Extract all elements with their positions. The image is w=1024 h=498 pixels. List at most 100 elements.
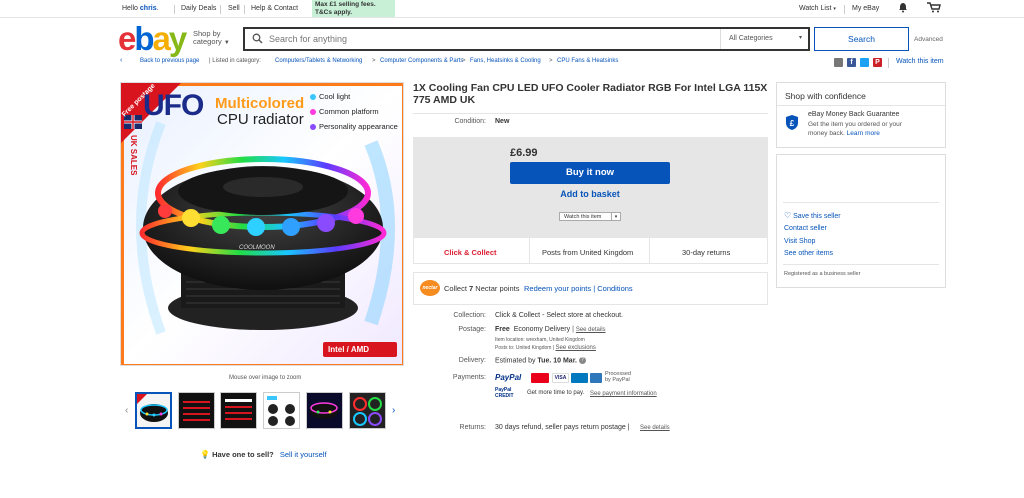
postage-free: Free (495, 326, 510, 333)
guarantee-title: eBay Money Back Guarantee (808, 111, 900, 118)
buy-it-now-button[interactable]: Buy it now (510, 162, 670, 184)
delivery-text: Estimated by (495, 357, 538, 365)
my-ebay-menu[interactable]: My eBay (852, 5, 879, 12)
shop-by-line-2: category (193, 37, 222, 46)
thumbnail-1[interactable] (135, 392, 172, 429)
category-select-value: All Categories (729, 35, 773, 42)
shop-by-category-button[interactable]: Shop by category ▼ (193, 30, 230, 47)
help-icon[interactable]: ? (578, 357, 586, 364)
chevron-down-icon: ▾ (798, 35, 802, 41)
payments-label: Payments: (452, 374, 486, 381)
watch-list-menu[interactable]: Watch List ▾ (799, 5, 836, 12)
brand-label: COOLMOON (239, 245, 275, 251)
feature-bullet: Personality appearance (319, 122, 398, 131)
main-product-image[interactable]: Free postage UK SALES UFO Multicolored C… (120, 82, 404, 366)
daily-deals-link[interactable]: Daily Deals (181, 5, 216, 12)
postage-label: Postage: (458, 326, 486, 333)
thumbnail-2[interactable] (178, 392, 215, 429)
divider (413, 113, 768, 114)
delivery-value: Estimated by Tue. 10 Mar. ? (495, 357, 586, 364)
contact-seller-link[interactable]: Contact seller (784, 225, 827, 232)
pinterest-share-icon[interactable]: P (873, 58, 882, 67)
posts-to-value: Posts to: United Kingdom (495, 345, 552, 351)
help-contact-link[interactable]: Help & Contact (251, 5, 298, 12)
redeem-points-link[interactable]: Redeem your points | Conditions (524, 284, 633, 293)
breadcrumb-separator: > (549, 58, 553, 64)
paypal-credit-line-2: CREDIT (495, 392, 514, 399)
delivery-features: Click & Collect Posts from United Kingdo… (413, 237, 768, 264)
breadcrumb-item[interactable]: Computer Components & Parts (380, 58, 463, 64)
advanced-search-link[interactable]: Advanced (914, 36, 943, 43)
visit-shop-link[interactable]: Visit Shop (784, 238, 815, 245)
posts-from-feature: Posts from United Kingdom (542, 248, 634, 257)
search-input[interactable]: Search for anything (269, 34, 347, 44)
logo-letter: a (152, 20, 171, 57)
returns-see-details-link[interactable]: See details (640, 425, 670, 431)
ebay-logo[interactable]: ebay (118, 22, 187, 55)
bell-icon[interactable] (898, 2, 908, 15)
click-collect-feature: Click & Collect (444, 248, 497, 257)
breadcrumb-item[interactable]: CPU Fans & Heatsinks (557, 58, 618, 64)
breadcrumb-item[interactable]: Computers/Tablets & Networking (275, 58, 362, 64)
chevron-right-icon[interactable]: › (392, 405, 395, 416)
divider (844, 5, 845, 14)
thumbnail-3[interactable] (220, 392, 257, 429)
back-to-previous-link[interactable]: Back to previous page (140, 58, 199, 64)
breadcrumb-item[interactable]: Fans, Heatsinks & Cooling (470, 58, 541, 64)
watch-button[interactable]: Watch this item ▾ (559, 212, 621, 221)
thumbnail-4[interactable] (263, 392, 300, 429)
seller-info-box: ♡ Save this seller Contact seller Visit … (776, 154, 946, 288)
save-seller-link[interactable]: ♡ Save this seller (784, 211, 841, 220)
divider (783, 202, 939, 203)
chevron-left-icon[interactable]: ‹ (120, 57, 122, 64)
sell-it-yourself-link[interactable]: Sell it yourself (280, 450, 327, 459)
divider (174, 5, 175, 14)
platform-tag: Intel / AMD (328, 345, 370, 354)
chevron-left-icon[interactable]: ‹ (125, 405, 128, 416)
thumbnail-6[interactable] (349, 392, 386, 429)
nectar-logo: nectar (420, 280, 440, 296)
category-select[interactable]: All Categories ▾ (720, 29, 808, 49)
condition-label: Condition: (454, 118, 486, 125)
logo-letter: b (134, 20, 154, 57)
search-bar[interactable]: Search for anything All Categories ▾ (243, 27, 810, 51)
mastercard-icon (531, 373, 549, 383)
add-to-basket-button[interactable]: Add to basket (510, 189, 670, 199)
promo-banner[interactable]: Max £1 selling fees. T&Cs apply. (312, 0, 395, 17)
confidence-heading: Shop with confidence (785, 91, 866, 101)
cart-icon[interactable] (927, 2, 941, 15)
divider (244, 5, 245, 14)
lightbulb-icon: 💡 (200, 450, 210, 459)
divider (777, 105, 945, 106)
see-exclusions-link[interactable]: See exclusions (556, 345, 596, 351)
svg-text:£: £ (790, 119, 795, 128)
product-title: 1X Cooling Fan CPU LED UFO Cooler Radiat… (413, 82, 768, 106)
visa-icon: VISA (552, 373, 569, 383)
delivery-label: Delivery: (458, 357, 486, 364)
see-payment-info-link[interactable]: See payment information (590, 391, 657, 397)
logo-letter: e (118, 20, 136, 57)
processed-by-line-2: by PayPal (605, 377, 630, 383)
amex-icon (590, 373, 602, 383)
see-other-items-link[interactable]: See other items (784, 250, 833, 257)
thumbnail-5[interactable] (306, 392, 343, 429)
heart-icon: ♡ (784, 211, 792, 220)
returns-label: Returns: (459, 424, 486, 431)
business-seller-note: Registered as a business seller (784, 271, 861, 277)
search-button[interactable]: Search (814, 27, 909, 51)
multicolored-headline: Multicolored (215, 95, 305, 112)
shield-icon: £ (785, 114, 799, 133)
chevron-down-icon: ▾ (833, 6, 836, 12)
facebook-share-icon[interactable]: f (847, 58, 856, 67)
email-share-icon[interactable] (834, 58, 843, 67)
twitter-share-icon[interactable] (860, 58, 869, 67)
feature-bullet: Cool light (319, 92, 351, 101)
sell-link[interactable]: Sell (228, 5, 240, 12)
user-link[interactable]: chris (140, 5, 157, 12)
logo-letter: y (168, 20, 187, 57)
learn-more-link[interactable]: Learn more (847, 130, 880, 137)
chevron-down-icon[interactable]: ▾ (611, 213, 620, 220)
watch-this-item-link[interactable]: Watch this item (896, 58, 944, 65)
delivery-date: Tue. 10 Mar. (537, 357, 577, 365)
postage-see-details-link[interactable]: See details (576, 327, 606, 333)
